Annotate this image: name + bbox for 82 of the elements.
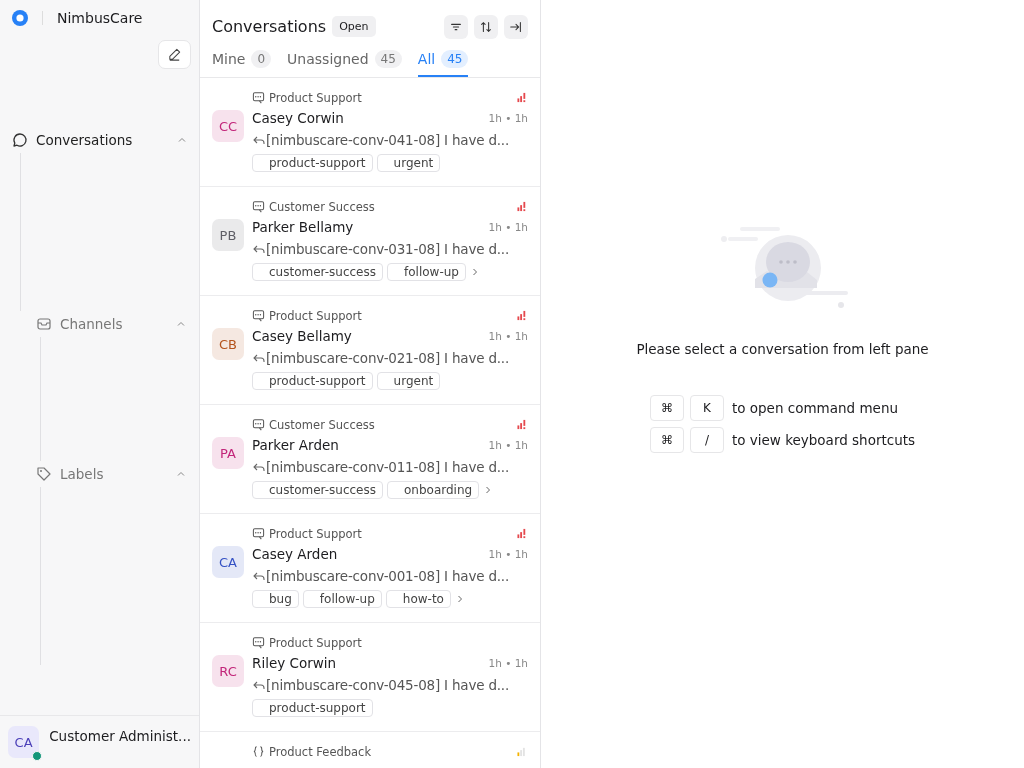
keyboard-key: ⌘ xyxy=(649,395,684,421)
keyboard-key: / xyxy=(689,427,724,453)
keyboard-key: K xyxy=(689,395,724,421)
inbox-name: Customer Success xyxy=(269,199,375,214)
inbox-name: Product Feedback xyxy=(269,744,372,759)
contact-name: Casey Corwin xyxy=(252,110,345,126)
inbox-name: Product Support xyxy=(269,90,362,105)
contact-name: Parker Bellamy xyxy=(252,219,355,235)
inbox-name: Product Support xyxy=(269,635,362,650)
contact-name: Casey Bellamy xyxy=(252,328,353,344)
nav-section[interactable]: Conversations xyxy=(12,127,187,153)
chat-window-icon xyxy=(252,527,265,540)
filter-tab[interactable]: Mine 0 xyxy=(212,48,272,77)
label-tag: urgent xyxy=(376,372,441,390)
filter-tab[interactable]: Unassigned 45 xyxy=(287,48,402,77)
pencil-icon xyxy=(167,47,182,62)
arrow-to-line-icon xyxy=(509,19,523,34)
nav-section[interactable]: Channels xyxy=(36,311,186,337)
filter-button[interactable] xyxy=(444,14,468,39)
filter-tab[interactable]: All 45 xyxy=(417,48,469,77)
nav-section[interactable]: Labels xyxy=(36,461,186,487)
inbox-name: Product Support xyxy=(269,526,362,541)
sort-icon xyxy=(479,19,493,34)
timestamp: 1h • 1h xyxy=(488,657,528,669)
empty-state-message: Please select a conversation from left pane xyxy=(636,341,929,357)
chat-window-icon xyxy=(252,636,265,649)
label-tag: follow-up xyxy=(302,590,382,608)
inbox-icon xyxy=(36,316,52,332)
list-title: Conversations xyxy=(212,17,327,36)
chat-window-icon xyxy=(252,91,265,104)
message-preview: [nimbuscare-conv-041-08] I have d... xyxy=(266,132,510,148)
contact-avatar: PA xyxy=(212,437,244,469)
timestamp: 1h • 1h xyxy=(488,439,528,451)
braces-icon xyxy=(252,745,265,758)
label-tag: onboarding xyxy=(387,481,480,499)
label-tag: follow-up xyxy=(387,263,466,281)
contact-avatar: CC xyxy=(212,110,244,142)
collapse-panel-button[interactable] xyxy=(504,14,528,39)
label-tag: product-support xyxy=(252,154,373,172)
timestamp: 1h • 1h xyxy=(488,330,528,342)
message-preview: [nimbuscare-conv-011-08] I have d... xyxy=(266,459,510,475)
label-tag: how-to xyxy=(385,590,451,608)
message-preview: [nimbuscare-conv-001-08] I have d... xyxy=(266,568,510,584)
label-tag: customer-success xyxy=(252,263,383,281)
chat-window-icon xyxy=(252,200,265,213)
contact-avatar: CA xyxy=(212,546,244,578)
message-preview: [nimbuscare-conv-021-08] I have d... xyxy=(266,350,510,366)
label-tag: product-support xyxy=(252,372,373,390)
contact-avatar: CB xyxy=(212,328,244,360)
label-tag: product-support xyxy=(252,699,373,717)
chat-window-icon xyxy=(252,309,265,322)
timestamp: 1h • 1h xyxy=(488,548,528,560)
contact-avatar: RC xyxy=(212,655,244,687)
inbox-name: Customer Success xyxy=(269,417,375,432)
keyboard-key: ⌘ xyxy=(649,427,684,453)
message-preview: [nimbuscare-conv-031-08] I have d... xyxy=(266,241,510,257)
shortcut-description: to open command menu xyxy=(731,400,898,416)
contact-name: Casey Arden xyxy=(252,546,339,562)
brand-name: NimbusCare xyxy=(57,10,143,26)
label-tag: bug xyxy=(252,590,299,608)
sort-button[interactable] xyxy=(474,14,498,39)
count-badge: 45 xyxy=(374,50,402,68)
status-badge[interactable]: Open xyxy=(332,16,376,37)
contact-name: Riley Corwin xyxy=(252,655,338,671)
count-badge: 0 xyxy=(251,50,272,68)
compose-button[interactable] xyxy=(158,40,191,69)
contact-name: Parker Arden xyxy=(252,437,340,453)
label-tag: customer-success xyxy=(252,481,383,499)
contact-avatar: PB xyxy=(212,219,244,251)
shortcut-description: to view keyboard shortcuts xyxy=(731,432,916,448)
timestamp: 1h • 1h xyxy=(488,112,528,124)
timestamp: 1h • 1h xyxy=(488,221,528,233)
message-preview: [nimbuscare-conv-045-08] I have d... xyxy=(266,677,510,693)
inbox-name: Product Support xyxy=(269,308,362,323)
label-tag: urgent xyxy=(376,154,441,172)
count-badge: 45 xyxy=(441,50,469,68)
chat-bubble-icon xyxy=(12,132,28,148)
logo-icon xyxy=(12,10,28,26)
tag-icon xyxy=(36,466,52,482)
user-avatar[interactable]: CA xyxy=(8,726,40,758)
chat-window-icon xyxy=(252,418,265,431)
user-name: Customer Administ... xyxy=(49,728,191,744)
